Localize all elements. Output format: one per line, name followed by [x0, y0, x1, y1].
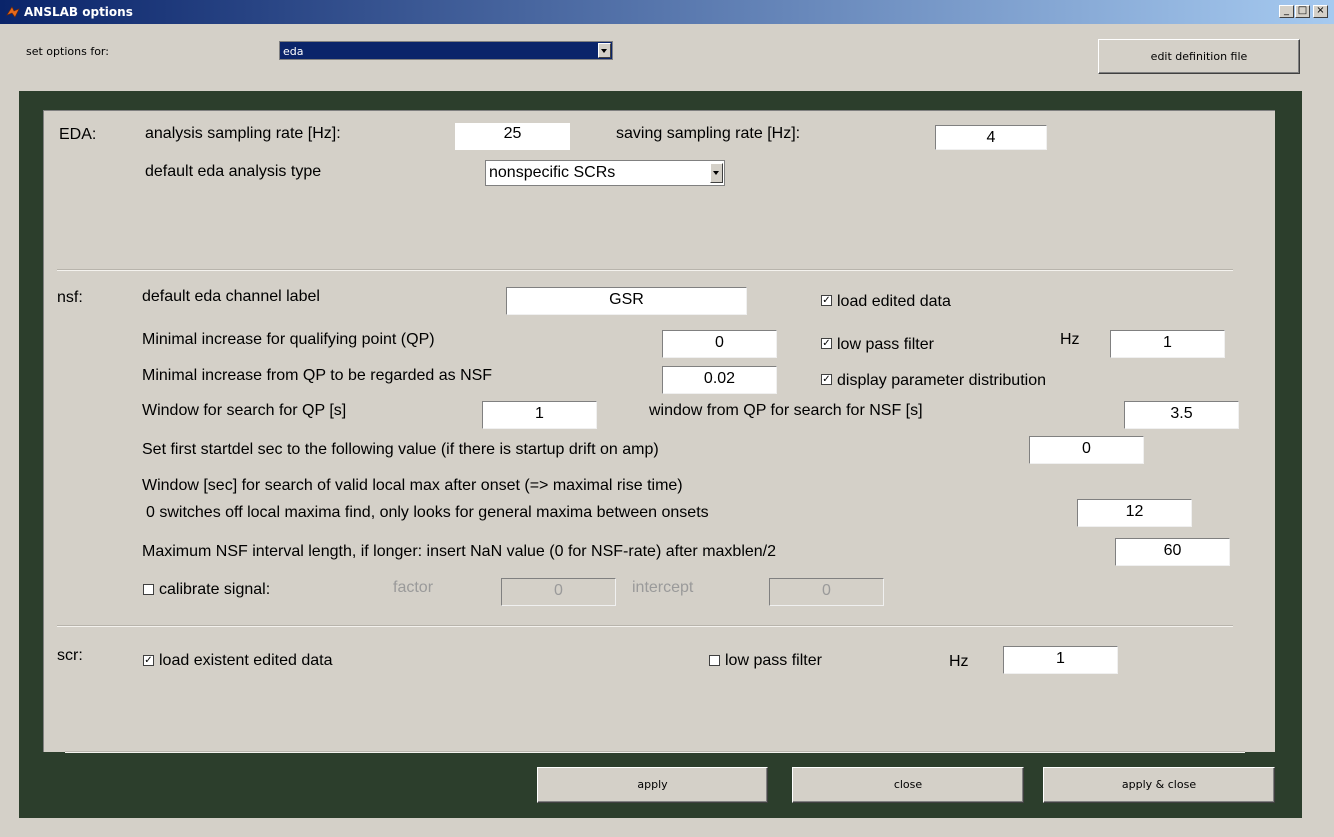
analysis-rate-label: analysis sampling rate [Hz]:	[145, 125, 341, 142]
nsf-min-label: Minimal increase from QP to be regarded …	[142, 367, 493, 384]
qp-window-label: Window for search for QP [s]	[142, 402, 347, 419]
title-bar	[0, 0, 1334, 24]
factor-input[interactable]: 0	[501, 578, 616, 606]
analysis-type-dropdown[interactable]: nonspecific SCRs	[485, 160, 725, 186]
load-edited-checkbox[interactable]: ✓	[821, 295, 832, 306]
display-dist-label: display parameter distribution	[837, 372, 1046, 389]
section-divider	[57, 269, 1233, 271]
startdel-label: Set first startdel sec to the following …	[142, 441, 659, 458]
nsf-min-input[interactable]: 0.02	[662, 366, 777, 394]
load-edited-label: load edited data	[837, 293, 951, 310]
chevron-down-icon[interactable]	[710, 163, 723, 183]
scr-section-label: scr:	[57, 647, 83, 664]
nsf-window-label: window from QP for search for NSF [s]	[649, 402, 923, 419]
low-pass-checkbox[interactable]: ✓	[821, 338, 832, 349]
apply-button[interactable]: apply	[537, 767, 768, 803]
analysis-type-label: default eda analysis type	[145, 163, 322, 180]
load-existent-label: load existent edited data	[159, 652, 333, 669]
analysis-type-value: nonspecific SCRs	[489, 164, 616, 181]
low-pass-label: low pass filter	[837, 336, 934, 353]
intercept-input[interactable]: 0	[769, 578, 884, 606]
close-button[interactable]: close	[792, 767, 1024, 803]
eda-section-label: EDA:	[59, 126, 97, 143]
set-options-label: set options for:	[26, 45, 109, 58]
display-dist-checkbox[interactable]: ✓	[821, 374, 832, 385]
channel-label-label: default eda channel label	[142, 288, 320, 305]
panel-bottom-divider	[65, 751, 1245, 753]
startdel-input[interactable]: 0	[1029, 436, 1144, 464]
max-interval-input[interactable]: 60	[1115, 538, 1230, 566]
matlab-logo-icon	[6, 6, 20, 18]
factor-label: factor	[393, 579, 434, 596]
scr-hz-label: Hz	[949, 653, 969, 670]
minimize-button[interactable]: _	[1279, 5, 1294, 18]
chevron-down-icon[interactable]	[598, 43, 611, 58]
maximize-button[interactable]: □	[1295, 5, 1310, 18]
qp-window-input[interactable]: 1	[482, 401, 597, 429]
analysis-rate-input[interactable]: 25	[455, 123, 570, 150]
local-max-label-line1: Window [sec] for search of valid local m…	[142, 477, 683, 494]
calibrate-checkbox[interactable]	[143, 584, 154, 595]
intercept-label: intercept	[632, 579, 694, 596]
saving-rate-input[interactable]: 4	[935, 125, 1047, 150]
load-existent-checkbox[interactable]: ✓	[143, 655, 154, 666]
channel-label-input[interactable]: GSR	[506, 287, 747, 315]
close-window-button[interactable]: ×	[1313, 5, 1328, 18]
qp-min-input[interactable]: 0	[662, 330, 777, 358]
local-max-label-line2: 0 switches off local maxima find, only l…	[146, 504, 709, 521]
edit-definition-file-button[interactable]: edit definition file	[1098, 39, 1300, 74]
nsf-section-label: nsf:	[57, 289, 83, 306]
qp-min-label: Minimal increase for qualifying point (Q…	[142, 331, 435, 348]
window-title: ANSLAB options	[24, 5, 133, 19]
set-options-value: eda	[283, 45, 304, 58]
saving-rate-label: saving sampling rate [Hz]:	[616, 125, 801, 142]
set-options-dropdown[interactable]: eda	[279, 41, 613, 60]
hz-input[interactable]: 1	[1110, 330, 1225, 358]
hz-label: Hz	[1060, 331, 1080, 348]
local-max-input[interactable]: 12	[1077, 499, 1192, 527]
apply-and-close-button[interactable]: apply & close	[1043, 767, 1275, 803]
scr-low-pass-checkbox[interactable]	[709, 655, 720, 666]
calibrate-label: calibrate signal:	[159, 581, 271, 598]
nsf-window-input[interactable]: 3.5	[1124, 401, 1239, 429]
max-interval-label: Maximum NSF interval length, if longer: …	[142, 543, 777, 560]
scr-hz-input[interactable]: 1	[1003, 646, 1118, 674]
scr-low-pass-label: low pass filter	[725, 652, 822, 669]
section-divider	[57, 625, 1233, 627]
